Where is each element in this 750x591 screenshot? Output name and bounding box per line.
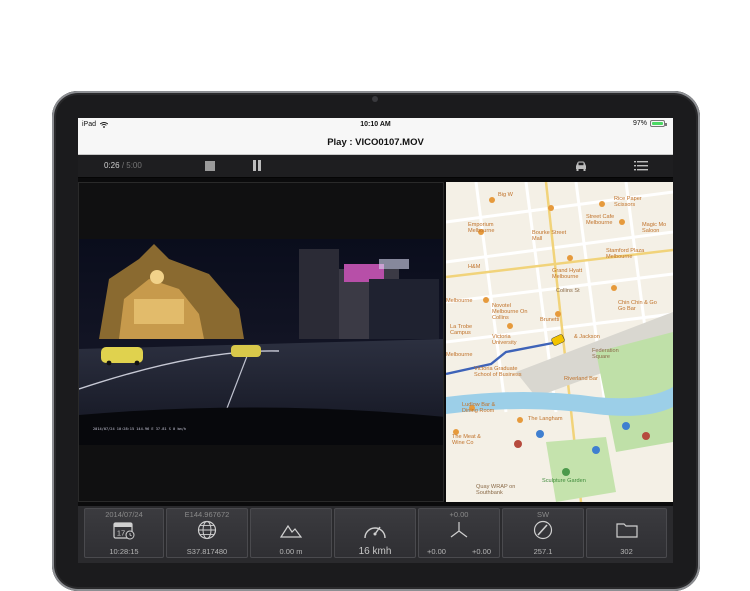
car-icon[interactable] — [574, 160, 588, 172]
video-frame — [79, 239, 443, 445]
gps-button[interactable]: E144.967672 S37.817480 — [166, 508, 248, 558]
compass-icon — [533, 520, 553, 540]
map-label: Bourke Street Mall — [532, 230, 567, 242]
map-label: Riverland Bar — [564, 376, 598, 382]
altitude-value: 0.00 m — [279, 547, 303, 556]
playback-time: 0:26 / 5:00 — [104, 161, 142, 170]
axis-icon — [450, 522, 468, 538]
map-label: Quay WRAP on Southbank — [476, 484, 516, 496]
telemetry-toolbar: 2014/07/24 17 10:28:15 E144.967672 S37.8… — [78, 506, 673, 563]
map-label: Melbourne — [446, 352, 473, 358]
front-camera — [372, 96, 378, 102]
map-label: Street Cafe Melbourne — [586, 214, 615, 226]
total-duration: / 5:00 — [121, 161, 142, 170]
latitude-value: S37.817480 — [186, 547, 228, 556]
map-label: Rice Paper Scissors — [614, 196, 642, 208]
g-sensor-button[interactable]: +0.00 +0.00 +0.00 — [418, 508, 500, 558]
time-value: 10:28:15 — [109, 547, 139, 556]
longitude-value: E144.967672 — [184, 510, 230, 519]
battery-percent: 97% — [632, 120, 647, 127]
calendar-icon: 17 — [113, 522, 135, 540]
map-label: Sculpture Garden — [542, 478, 586, 484]
map-label: Federation Square — [592, 348, 619, 360]
date-time-button[interactable]: 2014/07/24 17 10:28:15 — [84, 508, 164, 558]
map-label: Emporium Melbourne — [468, 222, 495, 234]
map-label: Collins St — [556, 288, 580, 294]
globe-icon — [197, 520, 217, 540]
map-label: Brunetti — [540, 317, 560, 323]
playback-controls: 0:26 / 5:00 — [78, 155, 673, 178]
heading-degrees: 257.1 — [533, 547, 553, 556]
video-player[interactable]: 2014/07/24 10:28:15 144.96 E 37.81 S 0 k… — [78, 182, 444, 502]
map-label: H&M — [468, 264, 481, 270]
heading-direction: SW — [536, 510, 550, 519]
map-label: Victoria University — [492, 334, 517, 346]
screen: iPad 10:10 AM 97% Play : VICO0107.MOV 0:… — [78, 118, 673, 563]
map-label: Grand Hyatt Melbourne — [552, 268, 583, 280]
page-title: Play : VICO0107.MOV — [327, 137, 424, 148]
file-count: 302 — [620, 547, 633, 556]
speedometer-icon — [364, 526, 386, 539]
list-icon[interactable] — [634, 160, 648, 172]
map-label: Ludlow Bar & Dining Room — [462, 402, 496, 414]
map-label: The Langham — [528, 416, 563, 422]
g-sensor-x-value: +0.00 — [427, 547, 446, 556]
map-label: Novotel Melbourne On Collins — [492, 303, 528, 321]
battery-icon — [650, 120, 667, 127]
map-label: Big W — [498, 192, 513, 198]
elapsed-time: 0:26 — [104, 161, 120, 170]
heading-button[interactable]: SW 257.1 — [502, 508, 584, 558]
map-label: Magic Mo Saloon — [642, 222, 667, 234]
g-sensor-z-value: +0.00 — [449, 510, 469, 519]
status-bar: iPad 10:10 AM 97% — [78, 118, 673, 132]
speed-button[interactable]: 16 kmh — [334, 508, 416, 558]
map-label: Stamford Plaza Melbourne — [606, 248, 645, 260]
video-overlay-text: 2014/07/24 10:28:15 144.96 E 37.81 S 0 k… — [93, 427, 187, 431]
video-scene — [79, 239, 443, 445]
map-label: Chin Chin & Go Go Bar — [618, 300, 657, 312]
altitude-button[interactable]: 0.00 m — [250, 508, 332, 558]
map-label: Melbourne — [446, 298, 473, 304]
status-time: 10:10 AM — [360, 121, 391, 128]
calendar-day: 17 — [117, 529, 125, 538]
folder-icon — [615, 523, 638, 538]
map-label: The Meat & Wine Co — [452, 434, 481, 446]
date-value: 2014/07/24 — [105, 510, 143, 519]
stop-button[interactable] — [205, 161, 215, 171]
pause-button[interactable] — [253, 160, 261, 171]
map-label: La Trobe Campus — [450, 324, 473, 336]
mountain-icon — [280, 524, 302, 538]
map-label: Victoria Graduate School of Business — [474, 366, 522, 378]
g-sensor-y-value: +0.00 — [472, 547, 491, 556]
navigation-bar: Play : VICO0107.MOV — [78, 132, 673, 155]
map-view[interactable]: Big W Emporium Melbourne Bourke Street M… — [446, 182, 673, 502]
map-label: & Jackson — [574, 334, 600, 340]
files-button[interactable]: 302 — [586, 508, 667, 558]
speed-value: 16 kmh — [358, 546, 392, 557]
